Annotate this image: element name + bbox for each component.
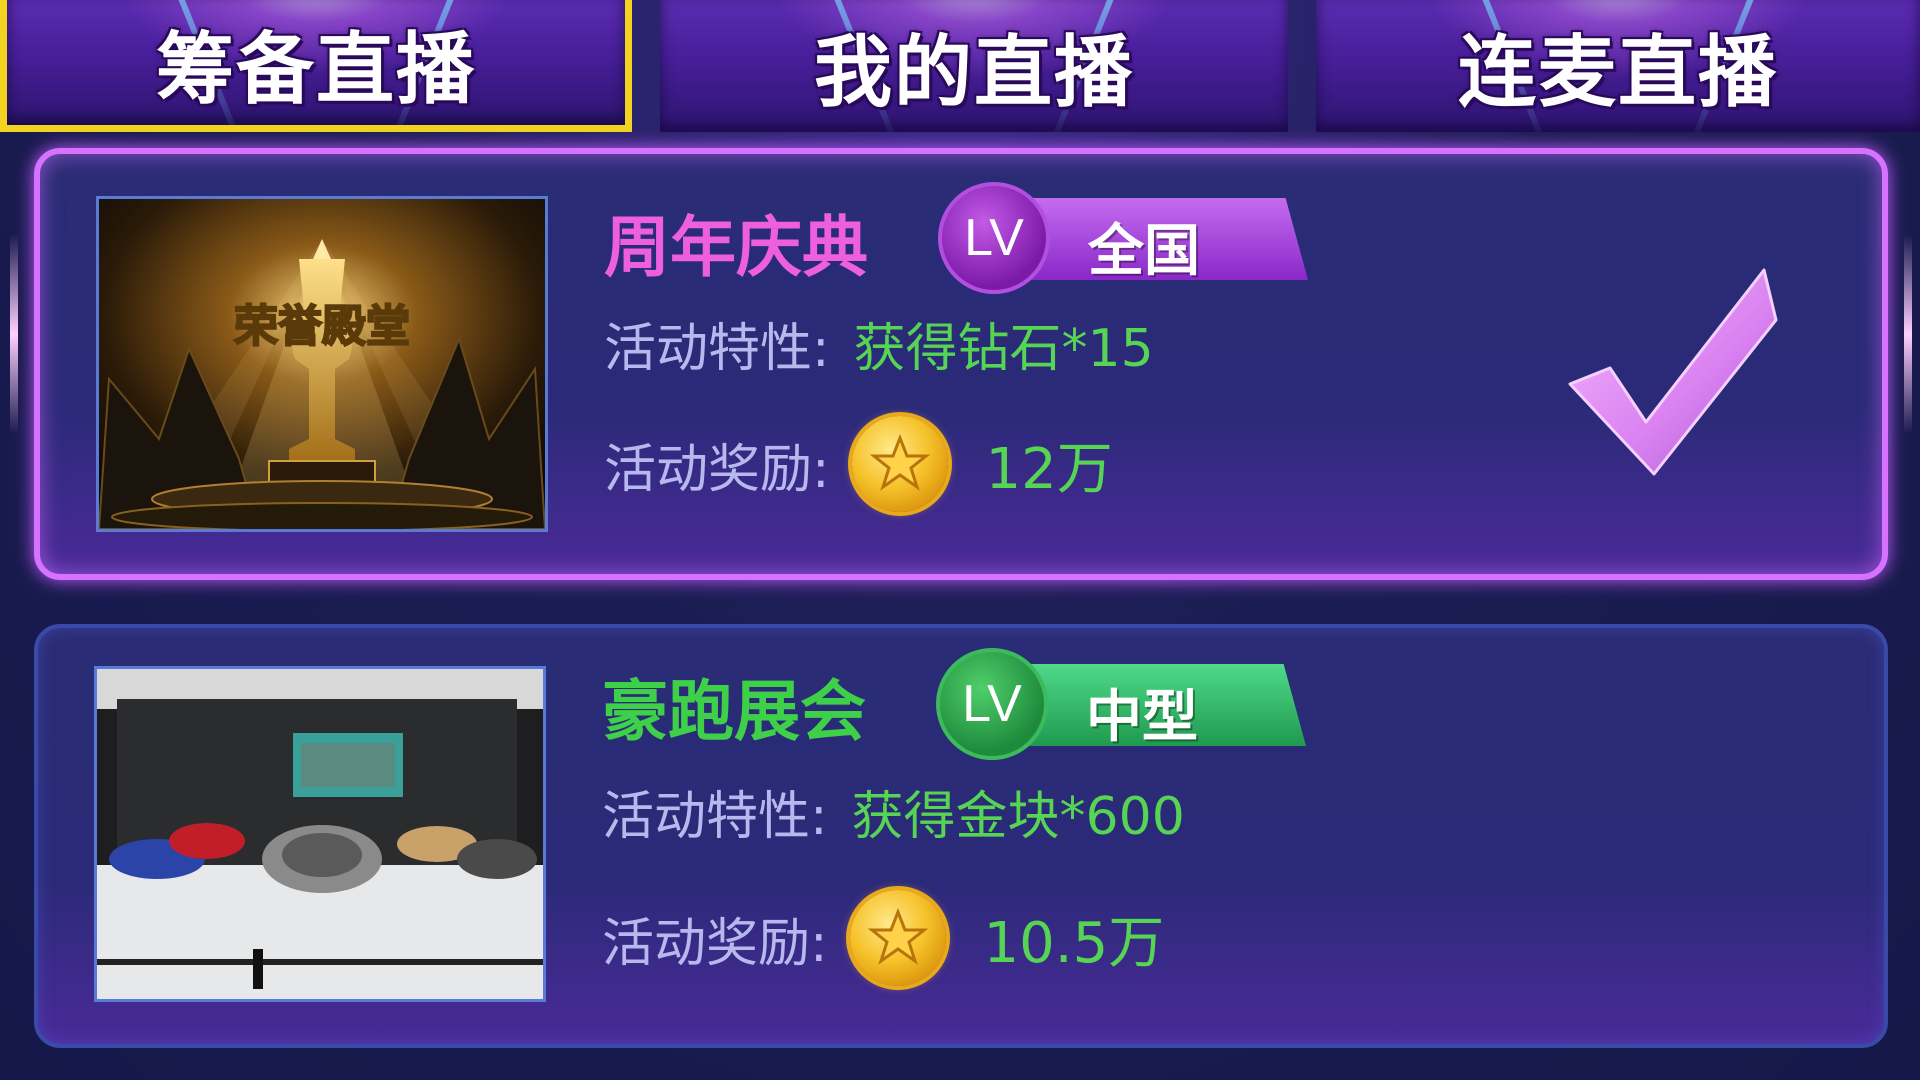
- event-feature-row: 活动特性: 获得金块*600: [602, 774, 1185, 849]
- event-title: 豪跑展会: [602, 673, 866, 750]
- gold-coin-star-icon: [849, 890, 946, 986]
- tab-label: 我的直播: [813, 28, 1134, 118]
- tab-prepare-live[interactable]: 筹备直播: [0, 0, 632, 132]
- event-reward-row: 活动奖励: 10.5万: [602, 890, 1164, 986]
- tab-co-host-live[interactable]: 连麦直播: [1316, 0, 1920, 132]
- card-edge-glow: [10, 234, 18, 434]
- tab-label: 筹备直播: [155, 24, 476, 115]
- lv-text: LV: [962, 675, 1022, 733]
- feature-label: 活动特性:: [602, 787, 828, 847]
- reward-value: 12万: [985, 436, 1113, 502]
- event-title: 周年庆典: [604, 209, 868, 286]
- reward-label: 活动奖励:: [604, 439, 830, 500]
- live-event-screen: 筹备直播 我的直播 连麦直播 荣誉殿堂 周年庆典 LV 全国 活动特性: 获得钻…: [0, 0, 1920, 1080]
- event-thumbnail-trophy-image: 荣誉殿堂: [96, 196, 548, 532]
- reward-label: 活动奖励:: [602, 913, 828, 974]
- feature-label: 活动特性:: [604, 319, 830, 379]
- level-tag: LV 全国: [938, 178, 1358, 298]
- event-card-supercar-show[interactable]: 豪跑展会 LV 中型 活动特性: 获得金块*600 活动奖励: 10.5万: [34, 624, 1888, 1048]
- level-scope: 中型: [1086, 685, 1198, 750]
- level-tag: LV 中型: [936, 644, 1356, 764]
- reward-value: 10.5万: [983, 910, 1165, 976]
- event-card-anniversary[interactable]: 荣誉殿堂 周年庆典 LV 全国 活动特性: 获得钻石*15 活动奖励: 12万: [10, 148, 1912, 580]
- lv-badge-icon: LV: [936, 648, 1048, 760]
- card-edge-glow: [1904, 234, 1912, 434]
- tab-label: 连麦直播: [1457, 28, 1778, 118]
- level-scope: 全国: [1088, 219, 1200, 284]
- gold-coin-star-icon: [851, 416, 948, 512]
- lv-text: LV: [964, 209, 1024, 267]
- tab-my-live[interactable]: 我的直播: [660, 0, 1288, 132]
- feature-value: 获得钻石*15: [853, 319, 1154, 379]
- event-thumbnail-car-show-image: [94, 666, 546, 1002]
- lv-badge-icon: LV: [938, 182, 1050, 294]
- event-reward-row: 活动奖励: 12万: [604, 416, 1113, 512]
- checkmark-icon: [1568, 268, 1778, 476]
- feature-value: 获得金块*600: [851, 787, 1185, 847]
- svg-text:荣誉殿堂: 荣誉殿堂: [234, 301, 410, 352]
- event-feature-row: 活动特性: 获得钻石*15: [604, 306, 1154, 381]
